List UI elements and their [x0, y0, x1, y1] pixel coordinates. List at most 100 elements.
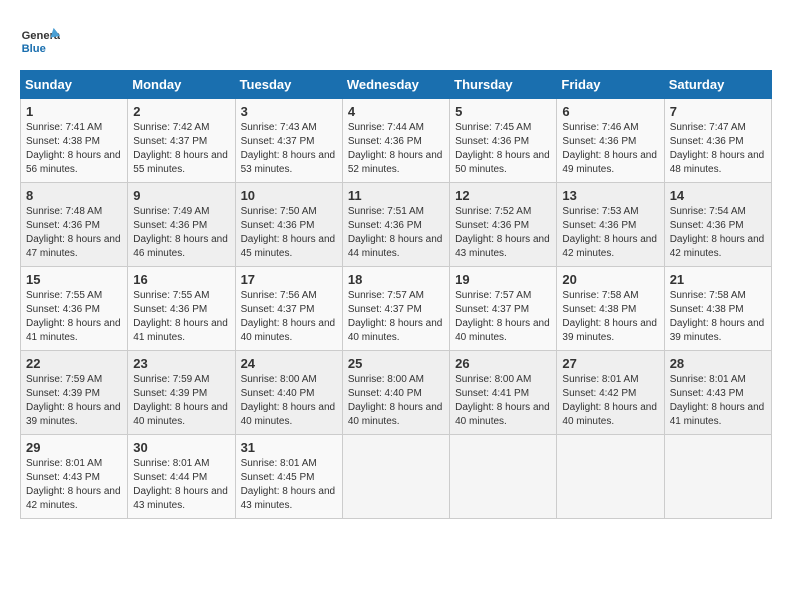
calendar-cell: 10 Sunrise: 7:50 AM Sunset: 4:36 PM Dayl… — [235, 183, 342, 267]
day-number: 31 — [241, 440, 337, 455]
daylight-info: Daylight: 8 hours and 40 minutes. — [455, 402, 550, 427]
sunset-info: Sunset: 4:38 PM — [670, 304, 744, 315]
sunrise-info: Sunrise: 7:58 AM — [562, 290, 638, 301]
daylight-info: Daylight: 8 hours and 39 minutes. — [562, 318, 657, 343]
calendar-cell: 21 Sunrise: 7:58 AM Sunset: 4:38 PM Dayl… — [664, 267, 771, 351]
daylight-info: Daylight: 8 hours and 40 minutes. — [241, 402, 336, 427]
day-number: 4 — [348, 104, 444, 119]
sunset-info: Sunset: 4:36 PM — [348, 136, 422, 147]
sunrise-info: Sunrise: 7:49 AM — [133, 206, 209, 217]
sunrise-info: Sunrise: 8:01 AM — [241, 458, 317, 469]
day-number: 22 — [26, 356, 122, 371]
sunrise-info: Sunrise: 7:47 AM — [670, 122, 746, 133]
day-number: 11 — [348, 188, 444, 203]
sunrise-info: Sunrise: 7:57 AM — [455, 290, 531, 301]
sunrise-info: Sunrise: 8:01 AM — [670, 374, 746, 385]
sunrise-info: Sunrise: 7:46 AM — [562, 122, 638, 133]
sunset-info: Sunset: 4:36 PM — [670, 220, 744, 231]
sunset-info: Sunset: 4:40 PM — [348, 388, 422, 399]
daylight-info: Daylight: 8 hours and 48 minutes. — [670, 150, 765, 175]
calendar-cell: 31 Sunrise: 8:01 AM Sunset: 4:45 PM Dayl… — [235, 435, 342, 519]
sunset-info: Sunset: 4:36 PM — [562, 220, 636, 231]
calendar-cell: 5 Sunrise: 7:45 AM Sunset: 4:36 PM Dayli… — [450, 99, 557, 183]
daylight-info: Daylight: 8 hours and 40 minutes. — [241, 318, 336, 343]
sunset-info: Sunset: 4:38 PM — [26, 136, 100, 147]
logo: General Blue — [20, 20, 64, 60]
day-number: 20 — [562, 272, 658, 287]
calendar-cell: 8 Sunrise: 7:48 AM Sunset: 4:36 PM Dayli… — [21, 183, 128, 267]
calendar-cell: 23 Sunrise: 7:59 AM Sunset: 4:39 PM Dayl… — [128, 351, 235, 435]
calendar-cell: 27 Sunrise: 8:01 AM Sunset: 4:42 PM Dayl… — [557, 351, 664, 435]
day-number: 26 — [455, 356, 551, 371]
calendar-cell: 16 Sunrise: 7:55 AM Sunset: 4:36 PM Dayl… — [128, 267, 235, 351]
calendar-cell: 11 Sunrise: 7:51 AM Sunset: 4:36 PM Dayl… — [342, 183, 449, 267]
calendar-cell — [450, 435, 557, 519]
sunrise-info: Sunrise: 7:50 AM — [241, 206, 317, 217]
sunset-info: Sunset: 4:38 PM — [562, 304, 636, 315]
calendar-cell: 17 Sunrise: 7:56 AM Sunset: 4:37 PM Dayl… — [235, 267, 342, 351]
weekday-header: Tuesday — [235, 71, 342, 99]
sunrise-info: Sunrise: 8:01 AM — [133, 458, 209, 469]
calendar-cell: 7 Sunrise: 7:47 AM Sunset: 4:36 PM Dayli… — [664, 99, 771, 183]
sunrise-info: Sunrise: 7:57 AM — [348, 290, 424, 301]
sunrise-info: Sunrise: 8:01 AM — [26, 458, 102, 469]
calendar-cell: 29 Sunrise: 8:01 AM Sunset: 4:43 PM Dayl… — [21, 435, 128, 519]
sunset-info: Sunset: 4:40 PM — [241, 388, 315, 399]
daylight-info: Daylight: 8 hours and 49 minutes. — [562, 150, 657, 175]
calendar-cell: 14 Sunrise: 7:54 AM Sunset: 4:36 PM Dayl… — [664, 183, 771, 267]
sunrise-info: Sunrise: 8:00 AM — [348, 374, 424, 385]
day-number: 29 — [26, 440, 122, 455]
day-number: 2 — [133, 104, 229, 119]
daylight-info: Daylight: 8 hours and 40 minutes. — [348, 402, 443, 427]
sunset-info: Sunset: 4:36 PM — [26, 304, 100, 315]
calendar-cell: 22 Sunrise: 7:59 AM Sunset: 4:39 PM Dayl… — [21, 351, 128, 435]
sunrise-info: Sunrise: 7:58 AM — [670, 290, 746, 301]
calendar-cell: 4 Sunrise: 7:44 AM Sunset: 4:36 PM Dayli… — [342, 99, 449, 183]
svg-text:Blue: Blue — [22, 43, 46, 55]
sunset-info: Sunset: 4:36 PM — [133, 304, 207, 315]
daylight-info: Daylight: 8 hours and 52 minutes. — [348, 150, 443, 175]
sunset-info: Sunset: 4:43 PM — [26, 472, 100, 483]
sunset-info: Sunset: 4:36 PM — [455, 220, 529, 231]
day-number: 1 — [26, 104, 122, 119]
logo-icon: General Blue — [20, 20, 60, 60]
sunset-info: Sunset: 4:42 PM — [562, 388, 636, 399]
daylight-info: Daylight: 8 hours and 41 minutes. — [26, 318, 121, 343]
sunrise-info: Sunrise: 7:55 AM — [133, 290, 209, 301]
sunrise-info: Sunrise: 7:59 AM — [133, 374, 209, 385]
calendar-week-row: 8 Sunrise: 7:48 AM Sunset: 4:36 PM Dayli… — [21, 183, 772, 267]
daylight-info: Daylight: 8 hours and 43 minutes. — [455, 234, 550, 259]
calendar-cell: 1 Sunrise: 7:41 AM Sunset: 4:38 PM Dayli… — [21, 99, 128, 183]
daylight-info: Daylight: 8 hours and 44 minutes. — [348, 234, 443, 259]
daylight-info: Daylight: 8 hours and 42 minutes. — [670, 234, 765, 259]
calendar-cell: 18 Sunrise: 7:57 AM Sunset: 4:37 PM Dayl… — [342, 267, 449, 351]
calendar-cell — [664, 435, 771, 519]
daylight-info: Daylight: 8 hours and 41 minutes. — [133, 318, 228, 343]
calendar-cell: 26 Sunrise: 8:00 AM Sunset: 4:41 PM Dayl… — [450, 351, 557, 435]
sunset-info: Sunset: 4:36 PM — [562, 136, 636, 147]
day-number: 21 — [670, 272, 766, 287]
sunset-info: Sunset: 4:37 PM — [348, 304, 422, 315]
day-number: 12 — [455, 188, 551, 203]
sunset-info: Sunset: 4:39 PM — [26, 388, 100, 399]
sunrise-info: Sunrise: 7:52 AM — [455, 206, 531, 217]
page-header: General Blue — [20, 20, 772, 60]
calendar-cell: 28 Sunrise: 8:01 AM Sunset: 4:43 PM Dayl… — [664, 351, 771, 435]
sunset-info: Sunset: 4:37 PM — [241, 136, 315, 147]
sunrise-info: Sunrise: 7:45 AM — [455, 122, 531, 133]
daylight-info: Daylight: 8 hours and 40 minutes. — [562, 402, 657, 427]
daylight-info: Daylight: 8 hours and 39 minutes. — [670, 318, 765, 343]
daylight-info: Daylight: 8 hours and 43 minutes. — [241, 486, 336, 511]
daylight-info: Daylight: 8 hours and 41 minutes. — [670, 402, 765, 427]
day-number: 25 — [348, 356, 444, 371]
sunset-info: Sunset: 4:37 PM — [241, 304, 315, 315]
weekday-header-row: SundayMondayTuesdayWednesdayThursdayFrid… — [21, 71, 772, 99]
sunrise-info: Sunrise: 7:54 AM — [670, 206, 746, 217]
day-number: 8 — [26, 188, 122, 203]
sunset-info: Sunset: 4:36 PM — [455, 136, 529, 147]
calendar-cell: 15 Sunrise: 7:55 AM Sunset: 4:36 PM Dayl… — [21, 267, 128, 351]
sunset-info: Sunset: 4:37 PM — [455, 304, 529, 315]
daylight-info: Daylight: 8 hours and 47 minutes. — [26, 234, 121, 259]
calendar-week-row: 29 Sunrise: 8:01 AM Sunset: 4:43 PM Dayl… — [21, 435, 772, 519]
calendar-cell: 13 Sunrise: 7:53 AM Sunset: 4:36 PM Dayl… — [557, 183, 664, 267]
